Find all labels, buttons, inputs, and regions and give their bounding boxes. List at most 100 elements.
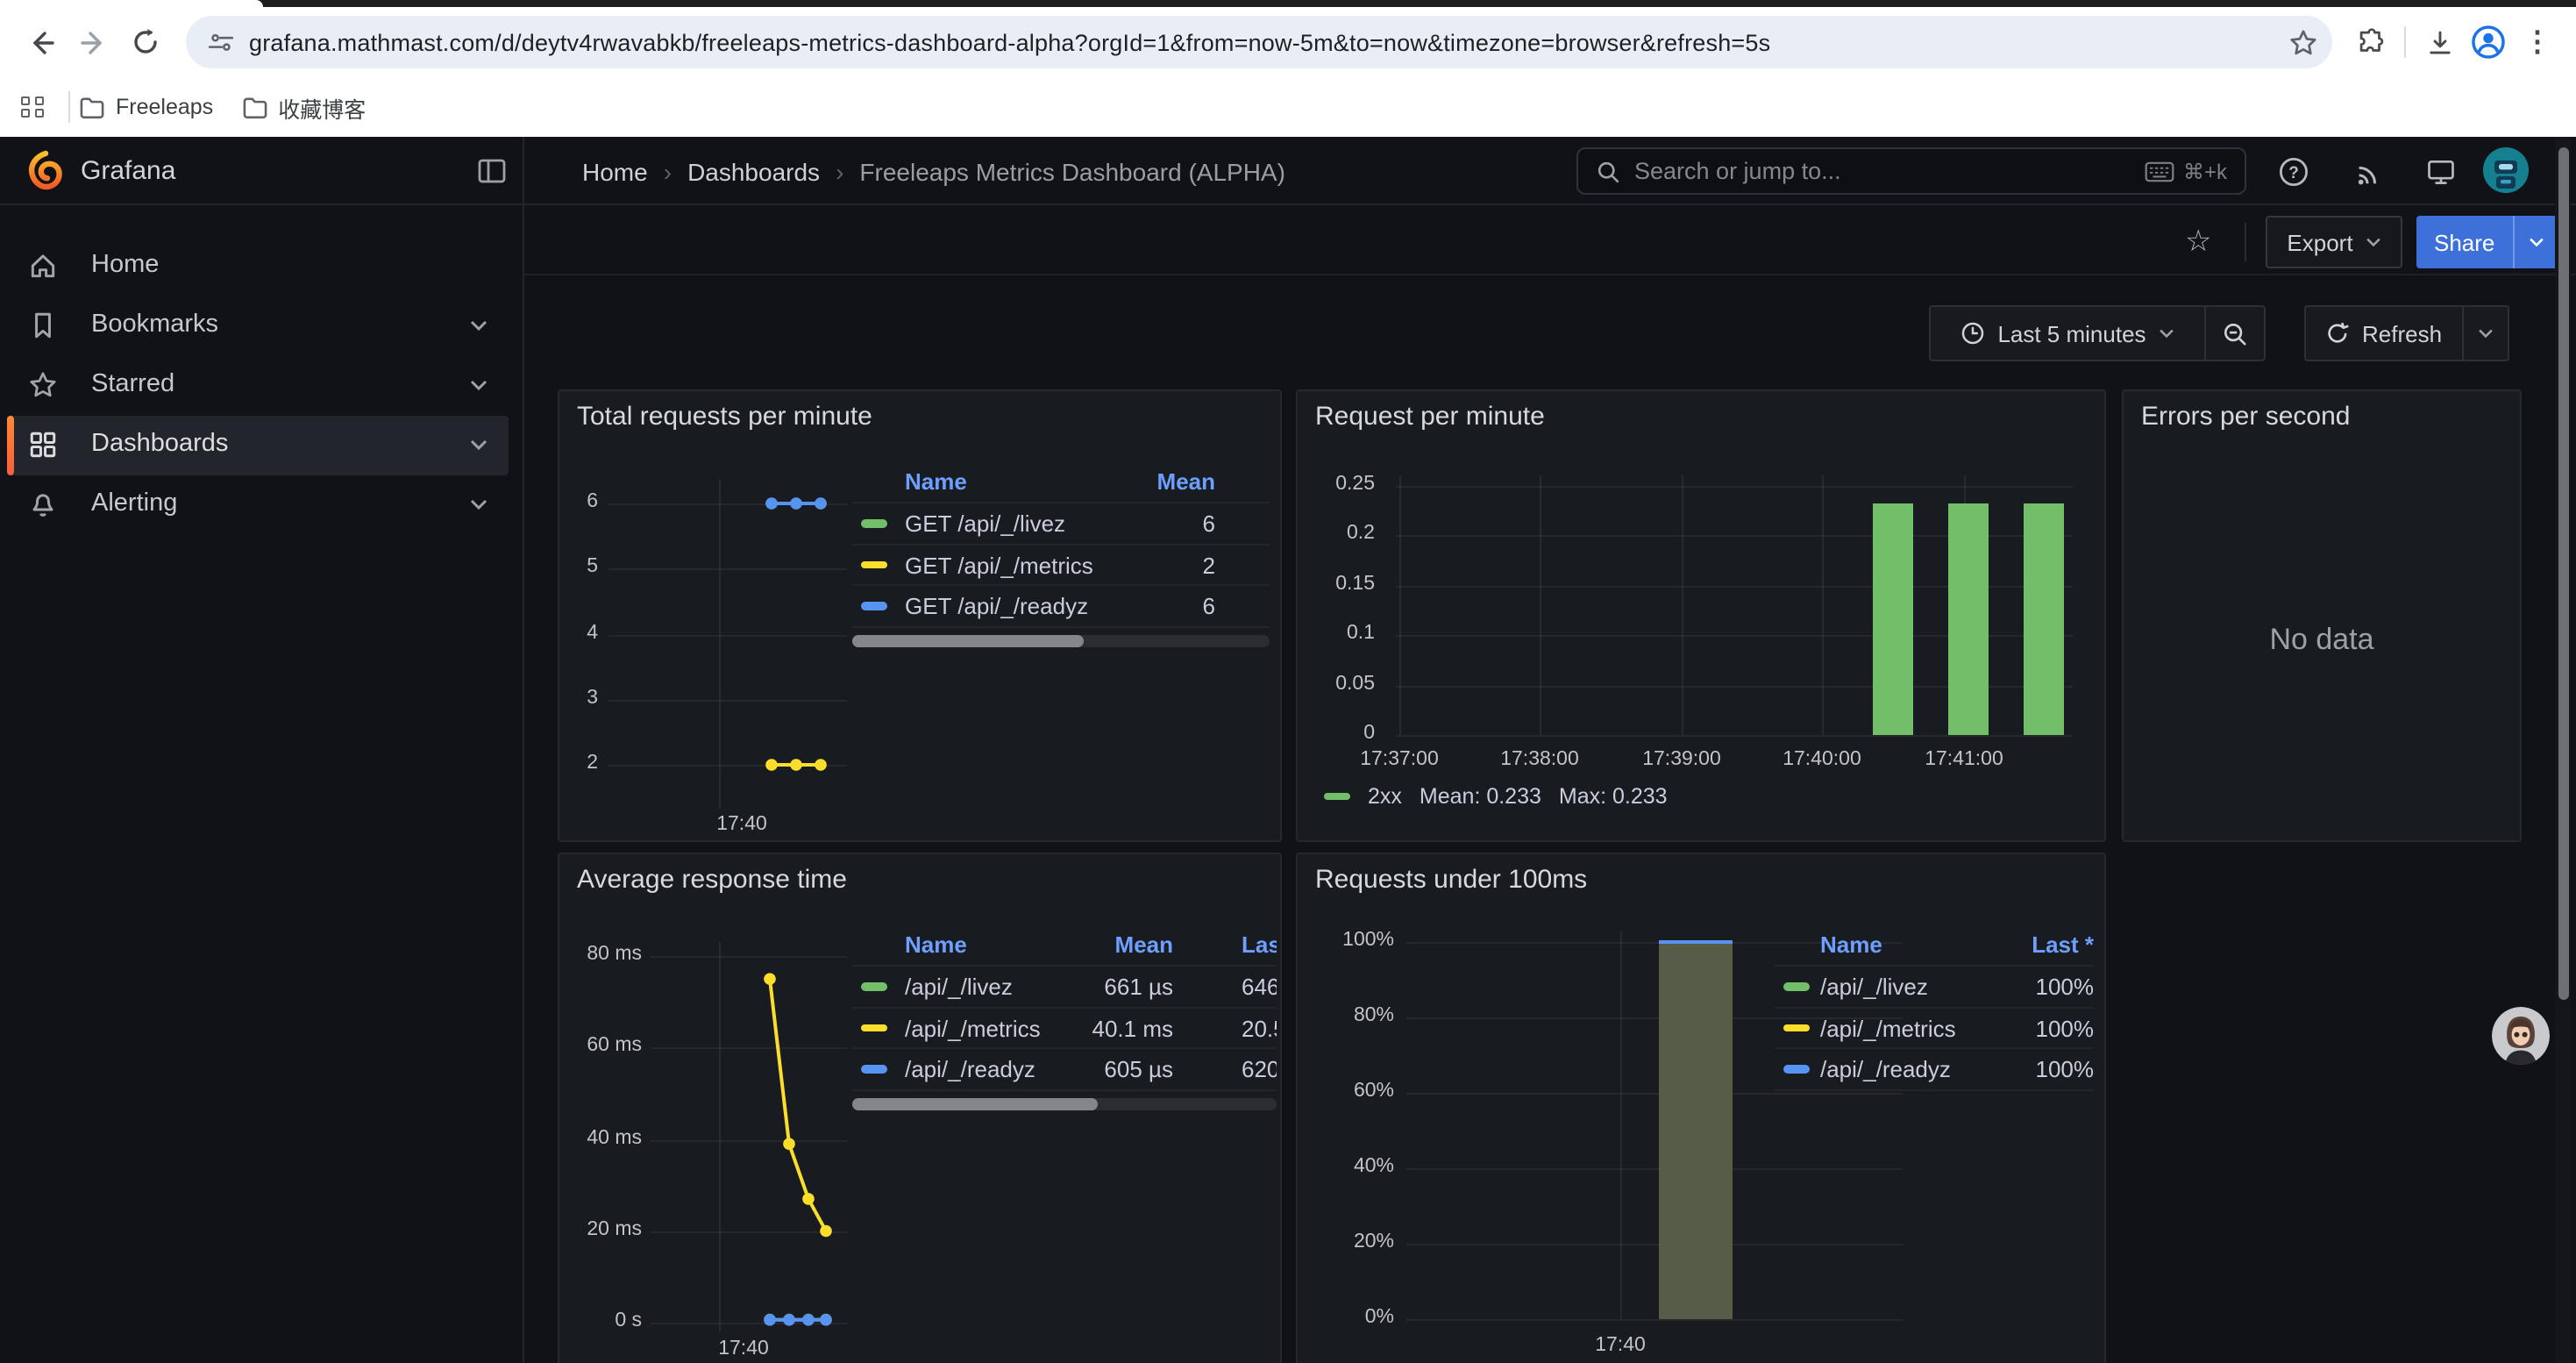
refresh-interval-button[interactable] (2463, 305, 2508, 361)
y-tick-label: 0.2 (1298, 524, 1375, 545)
chevron-down-icon (2477, 328, 2493, 339)
area-bar-100pct[interactable] (1659, 942, 1733, 1319)
news-button[interactable] (2350, 154, 2385, 189)
user-avatar[interactable] (2483, 147, 2529, 193)
bar-2xx[interactable] (2024, 503, 2064, 735)
export-button[interactable]: Export (2266, 216, 2402, 268)
sidebar-item-bookmarks[interactable]: Bookmarks (7, 296, 509, 356)
subheader-border (523, 274, 2576, 275)
reload-button[interactable] (119, 16, 172, 68)
chevron-down-icon[interactable] (470, 439, 487, 451)
chevron-down-icon[interactable] (470, 379, 487, 391)
sidebar-item-dashboards[interactable]: Dashboards (7, 416, 509, 475)
column-header[interactable]: Name (905, 931, 967, 958)
sidebar-item-starred[interactable]: Starred (7, 356, 509, 416)
chevron-down-icon[interactable] (470, 319, 487, 332)
breadcrumb-dashboards[interactable]: Dashboards (687, 157, 820, 185)
panel-average-response-time[interactable]: Average response time 80 ms60 ms40 ms20 … (558, 853, 1282, 1363)
area-bar-cap (1659, 940, 1733, 944)
column-header[interactable]: Mean (1157, 468, 1215, 495)
share-button[interactable]: Share (2416, 216, 2512, 268)
column-header[interactable]: Last * (2032, 931, 2094, 958)
table-row[interactable]: GET /api/_/livez6 (852, 503, 1270, 545)
cell-name: GET /api/_/metrics (905, 552, 1093, 578)
forward-icon (78, 27, 108, 57)
v-gridline (1620, 931, 1622, 1319)
cell-mean: 6 (1203, 510, 1215, 537)
table-row[interactable]: /api/_/metrics40.1 ms20.5 ms (852, 1008, 1277, 1049)
table-scrollbar-thumb[interactable] (852, 634, 1084, 646)
table-row[interactable]: /api/_/readyz100% (1775, 1049, 2094, 1090)
zoom-out-button[interactable] (2206, 305, 2266, 361)
table-row[interactable]: /api/_/livez100% (1775, 967, 2094, 1008)
cell-mean: 40.1 ms (1028, 1015, 1173, 1041)
column-header[interactable]: Name (1820, 931, 1882, 958)
table-row[interactable]: GET /api/_/readyz6 (852, 586, 1270, 627)
column-header[interactable]: Name (905, 468, 967, 495)
column-header[interactable]: Last * (1242, 931, 1277, 958)
bookmarks-divider (68, 91, 70, 123)
sidebar-toggle-button[interactable] (477, 156, 507, 186)
site-settings-icon[interactable] (207, 28, 235, 56)
sidebar-item-alerting[interactable]: Alerting (7, 475, 509, 535)
table-row[interactable]: GET /api/_/metrics2 (852, 545, 1270, 586)
floating-assistant-avatar[interactable] (2492, 1007, 2550, 1065)
downloads-button[interactable] (2415, 18, 2464, 67)
table-row[interactable]: /api/_/livez661 µs646 µs (852, 967, 1277, 1008)
bookmark-folder-freeleaps[interactable]: Freeleaps (79, 95, 213, 119)
breadcrumb-home[interactable]: Home (582, 157, 648, 185)
bookmark-star-icon[interactable] (2288, 27, 2318, 57)
bookmark-folder-blogs[interactable]: 收藏博客 (241, 90, 366, 124)
table-row[interactable]: /api/_/readyz605 µs620 µs (852, 1049, 1277, 1090)
table-scrollbar-track[interactable] (852, 634, 1270, 646)
profile-button[interactable] (2464, 18, 2513, 67)
refresh-button[interactable]: Refresh (2304, 305, 2463, 361)
no-data-message: No data (2124, 623, 2520, 658)
forward-button[interactable] (67, 16, 119, 68)
page-scrollbar-thumb[interactable] (2558, 147, 2568, 1000)
y-tick-label: 60% (1306, 1081, 1394, 1102)
back-icon (25, 27, 55, 57)
bar-2xx[interactable] (1948, 503, 1989, 735)
keyboard-icon (2145, 161, 2174, 182)
extensions-button[interactable] (2346, 18, 2395, 67)
help-button[interactable]: ? (2276, 154, 2311, 189)
legend-mean: Mean: 0.233 (1420, 784, 1541, 809)
legend-table-header: Name Mean Last * (852, 924, 1277, 967)
table-scrollbar-thumb[interactable] (852, 1097, 1098, 1110)
extensions-puzzle-icon (2356, 27, 2386, 57)
url-bar[interactable]: grafana.mathmast.com/d/deytv4rwavabkb/fr… (186, 16, 2332, 68)
panel-request-per-minute[interactable]: Request per minute 0.250.20.150.10.05017… (1296, 389, 2106, 842)
time-range-button[interactable]: Last 5 minutes (1929, 305, 2206, 361)
apps-grid-icon[interactable] (21, 96, 46, 118)
favorite-dashboard-button[interactable]: ☆ (2185, 225, 2212, 260)
share-menu-button[interactable] (2512, 216, 2558, 268)
export-label: Export (2287, 229, 2352, 255)
bar-2xx[interactable] (1873, 503, 1913, 735)
series-name[interactable]: 2xx (1368, 784, 1402, 809)
legend[interactable]: 2xx Mean: 0.233 Max: 0.233 (1324, 784, 1668, 809)
cell-last: 620 µs (1242, 1056, 1277, 1082)
panel-total-requests[interactable]: Total requests per minute 6543217:40 Nam… (558, 389, 1282, 842)
kiosk-mode-button[interactable] (2423, 154, 2459, 189)
v-gridline (1682, 475, 1683, 735)
table-row[interactable]: /api/_/metrics100% (1775, 1008, 2094, 1049)
tab-strip (0, 0, 2576, 7)
y-tick-label: 0.15 (1298, 574, 1375, 595)
column-header[interactable]: Mean (1028, 931, 1173, 958)
chevron-down-icon[interactable] (470, 498, 487, 510)
sidebar-item-label: Starred (91, 370, 174, 398)
sidebar-item-home[interactable]: Home (7, 237, 509, 296)
active-item-accent (7, 416, 13, 475)
refresh-group: Refresh (2304, 305, 2508, 361)
search-input[interactable]: Search or jump to... ⌘+k (1576, 147, 2246, 195)
table-scrollbar-track[interactable] (852, 1097, 1277, 1110)
active-tab[interactable] (0, 0, 263, 7)
panel-errors-per-second[interactable]: Errors per second No data (2122, 389, 2522, 842)
panel-requests-under-100ms[interactable]: Requests under 100ms 100%80%60%40%20%0%1… (1296, 853, 2106, 1363)
back-button[interactable] (14, 16, 67, 68)
grafana-logo[interactable] (25, 149, 67, 191)
browser-menu-button[interactable]: ⋮ (2513, 18, 2562, 67)
url-text[interactable]: grafana.mathmast.com/d/deytv4rwavabkb/fr… (249, 29, 2274, 55)
chevron-down-icon (2528, 237, 2544, 247)
